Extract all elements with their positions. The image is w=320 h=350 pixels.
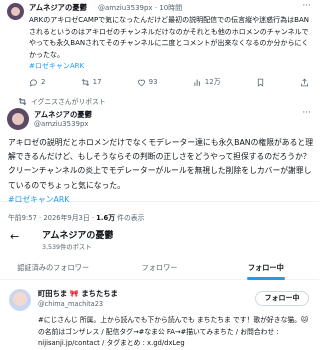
bookmark-icon [257, 78, 263, 87]
reply-button[interactable]: 2 [29, 77, 45, 87]
repost-note: イグニスさんがリポスト [18, 96, 106, 106]
avatar[interactable] [9, 289, 31, 311]
tweet-timestamp: 午前9:57 · 2026年9月3日 · 1.6万 件の表示 [8, 214, 145, 222]
tab-followers[interactable]: フォロワー [106, 258, 212, 279]
share-icon [301, 78, 308, 86]
hashtag-link[interactable]: #ロゼキャンARK [8, 195, 69, 204]
following-button[interactable]: フォロー中 [255, 291, 309, 306]
tab-verified-followers[interactable]: 認証済みのフォロワー [0, 258, 106, 279]
chart-icon [194, 79, 200, 86]
avatar[interactable] [7, 108, 29, 130]
views-count: 1.6万 [96, 214, 116, 222]
author-handle[interactable]: @amziu3539px · 10時間 [98, 3, 182, 13]
tab-following[interactable]: フォロー中 [213, 258, 319, 279]
more-icon[interactable]: ··· [302, 108, 311, 118]
tweet-body: アキロゼの説明だとホロメンだけでなくモデレーター達にも永久BANの権限があると理… [8, 138, 313, 204]
like-button[interactable]: 93 [137, 77, 158, 87]
user-handle[interactable]: @chima_machita23 [38, 300, 103, 308]
hashtag-link[interactable]: #ロゼキャンARK [29, 62, 84, 70]
more-icon[interactable]: ··· [302, 1, 311, 11]
repost-button[interactable]: 17 [81, 77, 102, 87]
post-count: 3,539件のポスト [42, 244, 92, 251]
avatar[interactable] [7, 3, 24, 20]
reply-icon [29, 79, 37, 87]
user-bio: #にじさんじ 所属。上から読んでも下から読んでも まちたちま です！歌が好きな猫… [38, 316, 309, 347]
views-button[interactable]: 12万 [193, 77, 221, 87]
repost-icon [18, 97, 27, 105]
back-icon[interactable]: ← [10, 230, 19, 243]
follow-tabs: 認証済みのフォロワー フォロワー フォロー中 [0, 258, 319, 280]
share-button[interactable] [300, 77, 309, 87]
page-title: アムネジアの憂鬱 [42, 231, 114, 241]
tweet-actions: 2 17 93 12万 [29, 77, 309, 87]
author-handle[interactable]: @amziu3539px [34, 120, 89, 128]
tweet-body: ARKのアキロゼCAMPで気になったんだけど最初の説明配信での伝言縦や迷惑行為は… [29, 16, 310, 70]
tweet-thread: アムネジアの憂鬱 @amziu3539px · 10時間 ··· ARKのアキロ… [0, 0, 319, 204]
author-name[interactable]: アムネジアの憂鬱 [34, 110, 92, 120]
author-name[interactable]: アムネジアの憂鬱 [29, 3, 87, 13]
bookmark-button[interactable] [256, 77, 265, 87]
repost-icon [81, 78, 89, 86]
user-name[interactable]: 町田ちま 🎀 まちたちま [38, 289, 118, 299]
heart-icon [137, 79, 145, 86]
